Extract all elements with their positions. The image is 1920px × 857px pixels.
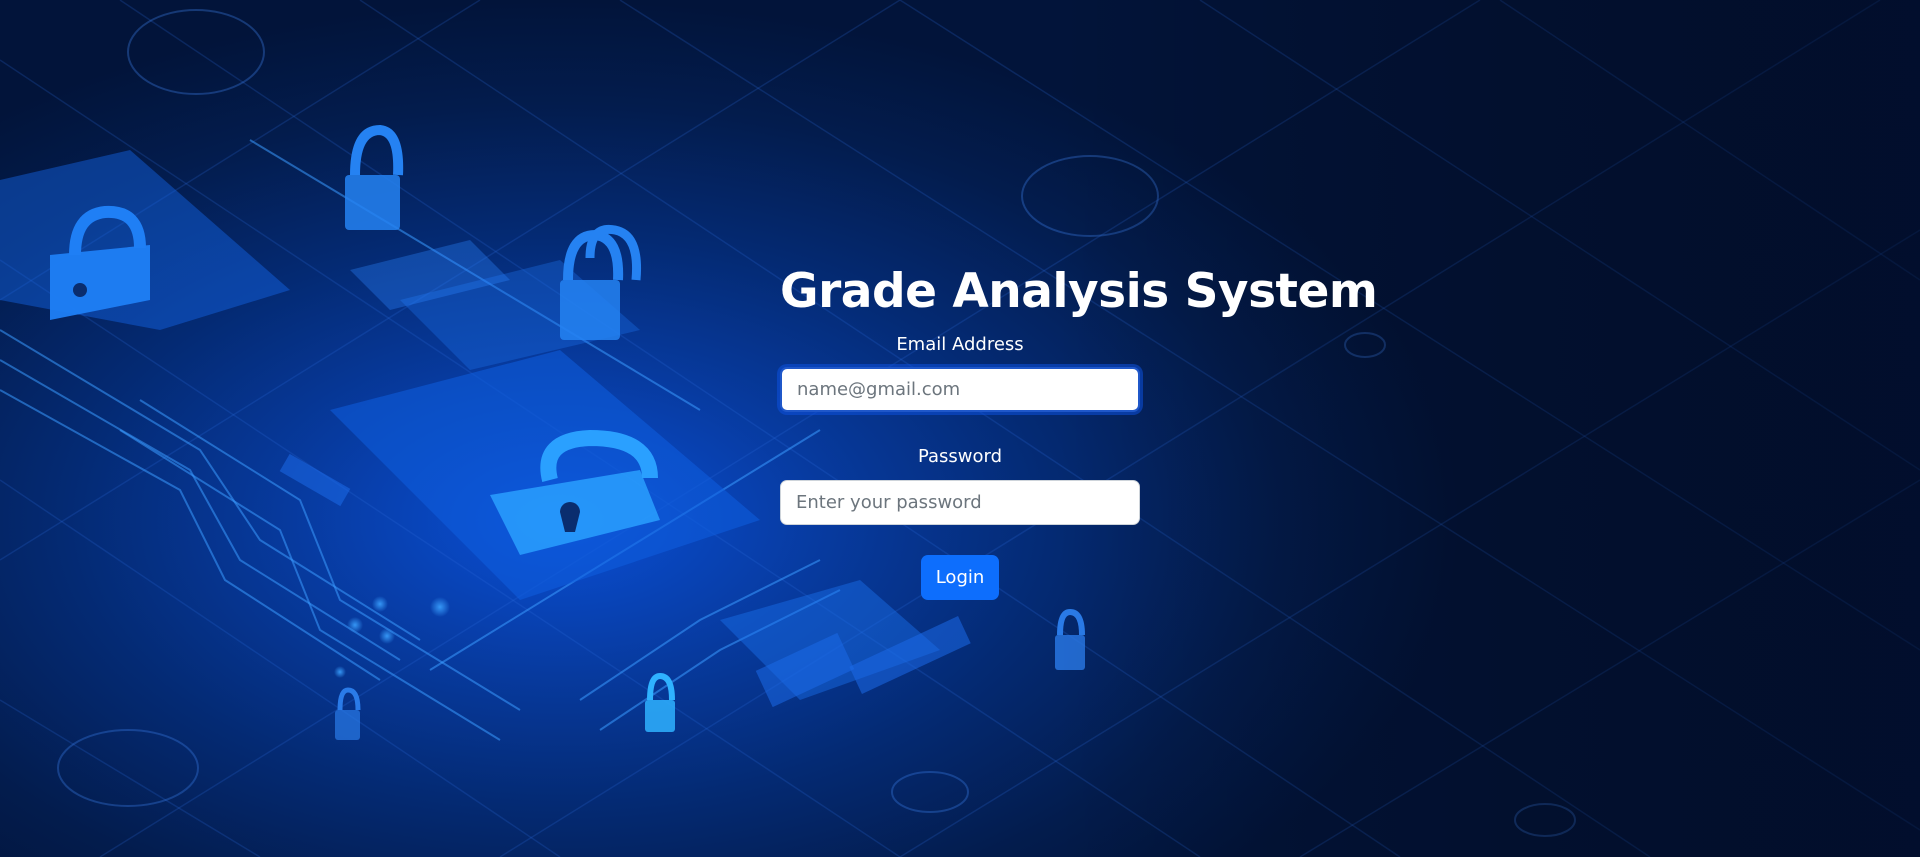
email-label: Email Address	[896, 334, 1024, 355]
page-title: Grade Analysis System	[780, 264, 1378, 319]
password-field[interactable]	[780, 480, 1140, 525]
login-button[interactable]: Login	[921, 555, 999, 600]
password-label: Password	[917, 446, 1003, 467]
background-circuit-illustration	[0, 0, 1920, 857]
email-field[interactable]	[780, 367, 1140, 412]
login-page: Grade Analysis System Email Address Pass…	[0, 0, 1920, 857]
